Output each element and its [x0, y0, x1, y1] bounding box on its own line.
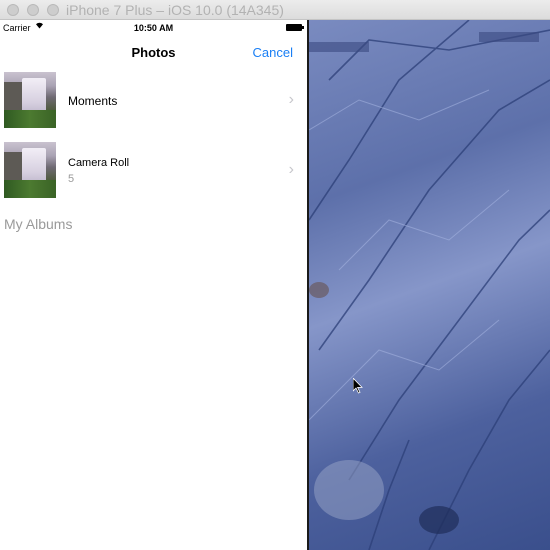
- album-thumbnail: [4, 72, 56, 128]
- simulator-title: iPhone 7 Plus – iOS 10.0 (14A345): [66, 2, 284, 18]
- album-name: Camera Roll: [68, 157, 130, 169]
- section-title-my-albums: My Albums: [4, 216, 73, 232]
- cancel-button[interactable]: Cancel: [253, 45, 293, 60]
- chevron-right-icon: ›: [288, 91, 294, 108]
- album-name: Moments: [68, 94, 118, 108]
- phone-screen: Carrier 10:50 AM Photos Cancel Moments ›…: [0, 20, 307, 550]
- album-thumbnail: [4, 142, 56, 198]
- background-photo: [309, 20, 550, 550]
- simulator-title-bar: iPhone 7 Plus – iOS 10.0 (14A345): [0, 0, 550, 20]
- album-row-moments[interactable]: Moments ›: [0, 72, 307, 130]
- chevron-right-icon: ›: [288, 161, 294, 178]
- album-row-camera-roll[interactable]: Camera Roll 5 ›: [0, 142, 307, 200]
- status-time: 10:50 AM: [133, 23, 174, 33]
- status-bar: Carrier 10:50 AM: [0, 20, 307, 38]
- close-window-button[interactable]: [7, 4, 19, 16]
- mouse-cursor-icon: [352, 377, 363, 399]
- album-count: 5: [68, 173, 75, 185]
- battery-icon: [286, 24, 304, 31]
- minimize-window-button[interactable]: [27, 4, 39, 16]
- zoom-window-button[interactable]: [47, 4, 59, 16]
- navigation-bar: Photos Cancel: [0, 38, 307, 66]
